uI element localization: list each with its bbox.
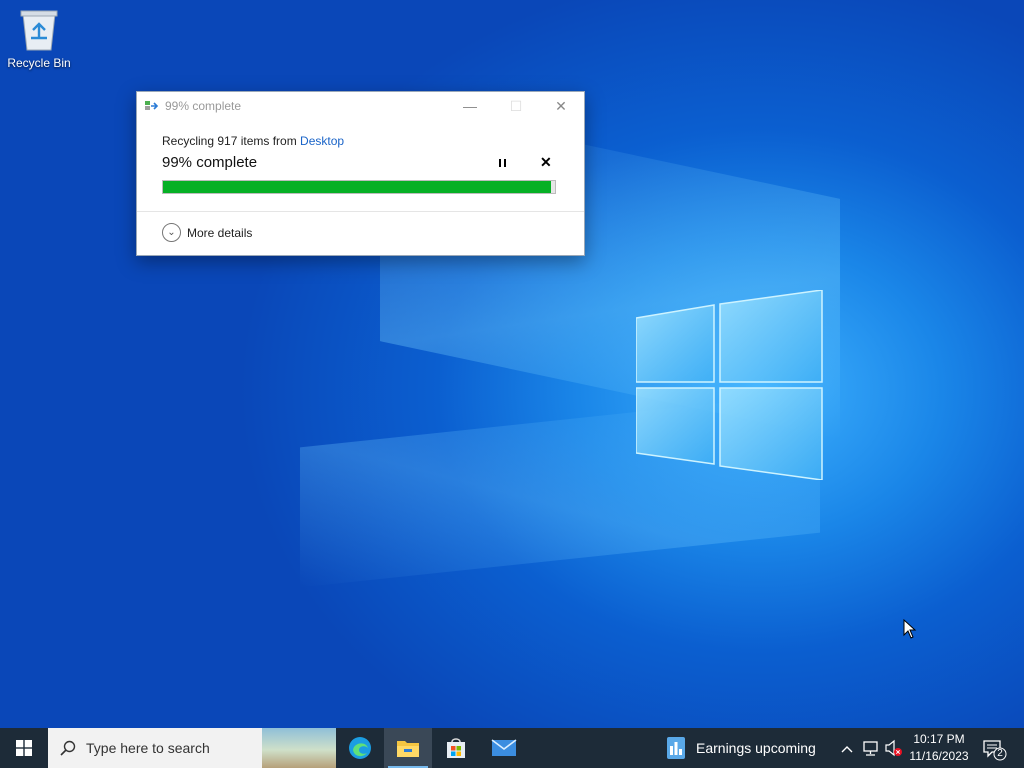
windows-wallpaper-logo [636, 290, 823, 480]
close-button[interactable]: ✕ [538, 92, 584, 120]
maximize-button[interactable]: ☐ [493, 92, 539, 120]
file-transfer-icon [145, 101, 159, 110]
taskbar-app-edge[interactable] [336, 728, 384, 768]
recycle-bin-label: Recycle Bin [7, 56, 71, 70]
taskbar-search-box[interactable]: Type here to search [48, 728, 336, 768]
chevron-down-icon: ⌄ [162, 223, 181, 242]
operation-description: Recycling 917 items from Desktop [162, 134, 344, 148]
source-link[interactable]: Desktop [300, 134, 344, 148]
pause-button[interactable] [495, 155, 509, 171]
minimize-button[interactable]: — [447, 92, 493, 120]
network-icon[interactable] [862, 728, 880, 768]
search-icon [60, 740, 76, 756]
taskbar-app-file-explorer[interactable] [384, 728, 432, 768]
percent-complete-text: 99% complete [162, 154, 258, 171]
progress-bar [162, 180, 556, 194]
file-operation-dialog: 99% complete — ☐ ✕ Recycling 917 items f… [136, 91, 585, 256]
file-explorer-icon [397, 741, 419, 757]
chevron-up-icon[interactable] [840, 728, 854, 768]
stock-chart-icon [667, 737, 685, 759]
mail-icon [491, 739, 517, 756]
start-button[interactable] [0, 728, 48, 768]
clock-time: 10:17 PM [913, 732, 965, 746]
taskbar-clock[interactable]: 10:17 PM 11/16/2023 [906, 731, 972, 765]
cancel-operation-button[interactable]: ✕ [540, 154, 552, 171]
recycle-bin-icon [20, 10, 58, 51]
clock-date: 11/16/2023 [909, 749, 969, 763]
action-center-button[interactable]: 2 [982, 738, 1008, 767]
dialog-titlebar[interactable]: 99% complete — ☐ ✕ [137, 92, 584, 120]
taskbar-app-mail[interactable] [480, 728, 528, 768]
search-highlight-image [262, 728, 336, 768]
windows-start-icon [16, 740, 32, 756]
dialog-title: 99% complete [165, 99, 242, 113]
news-text: Earnings upcoming [696, 740, 816, 756]
operation-prefix: Recycling 917 items from [162, 134, 301, 148]
edge-icon [349, 737, 371, 759]
dialog-divider [137, 211, 584, 212]
search-placeholder: Type here to search [86, 740, 210, 756]
more-details-toggle[interactable]: ⌄ More details [162, 223, 252, 242]
volume-muted-icon[interactable] [884, 728, 904, 768]
news-widget[interactable]: Earnings upcoming [666, 728, 816, 768]
mouse-cursor-icon [903, 619, 917, 639]
taskbar-app-store[interactable] [432, 728, 480, 768]
more-details-label: More details [187, 225, 253, 240]
store-icon [447, 738, 465, 758]
notification-icon [983, 740, 1007, 761]
notification-count: 2 [997, 748, 1003, 759]
progress-fill [163, 181, 552, 193]
recycle-bin-desktop-icon[interactable]: Recycle Bin [6, 6, 72, 70]
